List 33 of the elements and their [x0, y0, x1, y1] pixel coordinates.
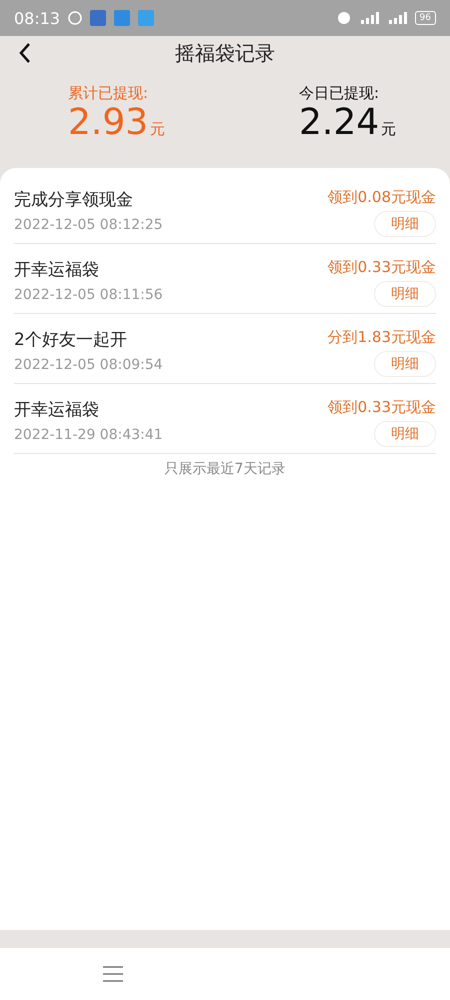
detail-button[interactable]: 明细 [374, 211, 436, 237]
record-time: 2022-12-05 08:09:54 [14, 357, 163, 373]
record-time: 2022-12-05 08:11:56 [14, 287, 163, 303]
summary-label: 今日已提现: [299, 84, 380, 103]
record-time: 2022-11-29 08:43:41 [14, 427, 163, 443]
summary-amount: 2.93 [68, 103, 148, 143]
app-icon [90, 10, 106, 26]
record-reward: 领到0.08元现金 [328, 188, 436, 207]
battery-level: 96 [414, 11, 436, 25]
record-title: 开幸运福袋 [14, 259, 100, 281]
footer-note: 只展示最近7天记录 [164, 460, 286, 478]
record-reward: 领到0.33元现金 [328, 258, 436, 277]
back-icon[interactable] [18, 42, 32, 64]
menu-icon[interactable] [103, 966, 123, 982]
status-time: 08:13 [14, 8, 60, 28]
currency-unit: 元 [150, 120, 166, 139]
detail-button[interactable]: 明细 [374, 281, 436, 307]
summary-label: 累计已提现: [68, 84, 148, 103]
page-title: 摇福袋记录 [175, 40, 275, 66]
record-time: 2022-12-05 08:12:25 [14, 217, 163, 233]
record-title: 开幸运福袋 [14, 399, 100, 421]
currency-unit: 元 [381, 120, 396, 139]
signal-icon [358, 12, 379, 24]
detail-button[interactable]: 明细 [374, 351, 436, 377]
summary-amount: 2.24 [299, 103, 380, 143]
record-reward: 领到0.33元现金 [328, 398, 436, 417]
detail-button[interactable]: 明细 [374, 421, 436, 447]
app-icon [114, 10, 130, 26]
app-icon [138, 10, 154, 26]
record-title: 完成分享领现金 [14, 189, 134, 211]
record-reward: 分到1.83元现金 [328, 328, 436, 347]
signal-icon [386, 12, 407, 24]
record-title: 2个好友一起开 [14, 329, 128, 351]
